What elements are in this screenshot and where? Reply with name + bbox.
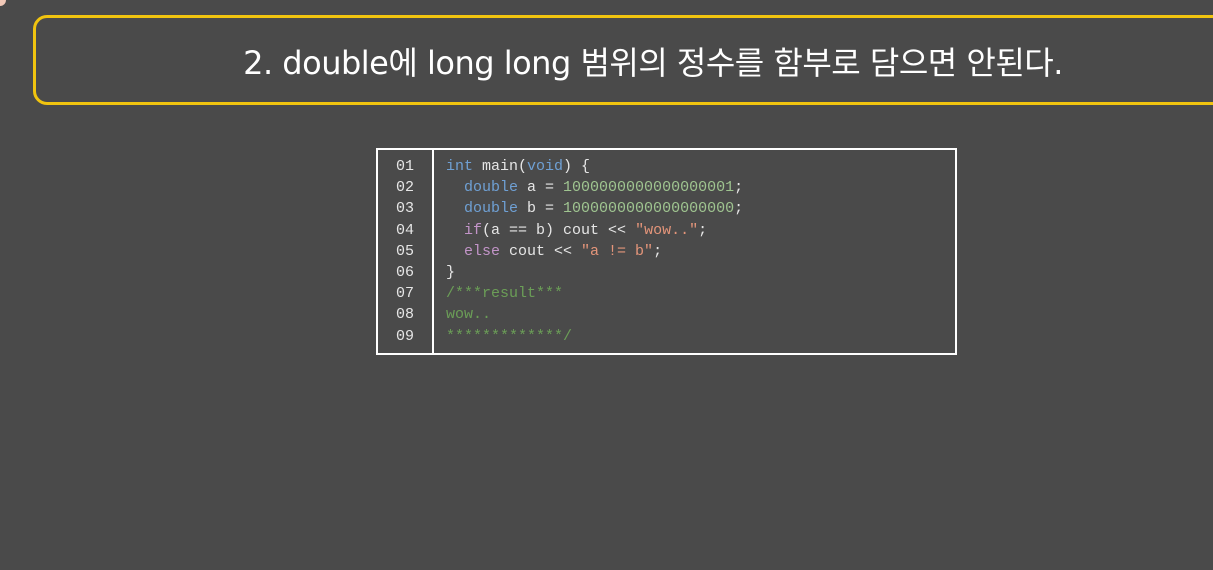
code-line: int main(void) {: [446, 156, 743, 177]
code-keyword: else: [464, 242, 501, 260]
code-text: b =: [518, 200, 564, 218]
line-number: 03: [395, 200, 414, 218]
line-number: 08: [395, 306, 414, 324]
code-block: 01 02 03 04 05 06 07 08 09 int main(void…: [376, 148, 957, 355]
line-number: 07: [395, 285, 414, 303]
code-text: main(: [473, 158, 528, 175]
code-line: double b = 1000000000000000000;: [446, 198, 743, 219]
code-text: a =: [518, 179, 564, 197]
code-text: ;: [653, 242, 663, 260]
code-text: ) {: [563, 158, 591, 175]
code-string: "wow..": [635, 221, 699, 239]
code-line: else cout << "a != b";: [446, 241, 743, 262]
title-banner: 2. double에 long long 범위의 정수를 함부로 담으면 안된다…: [33, 15, 1213, 105]
line-number: 01: [395, 158, 414, 175]
code-text: ;: [698, 221, 708, 239]
code-keyword: void: [527, 158, 564, 175]
code-text: cout <<: [500, 242, 582, 260]
code-string: "a != b": [581, 242, 654, 260]
code-line: if(a == b) cout << "wow..";: [446, 220, 743, 241]
line-number: 04: [395, 221, 414, 239]
code-comment: /***result***: [446, 285, 564, 303]
line-number: 05: [395, 242, 414, 260]
code-text: ;: [734, 179, 744, 197]
line-number: 09: [395, 327, 414, 345]
code-line: double a = 1000000000000000001;: [446, 177, 743, 198]
code-text: ;: [734, 200, 744, 218]
code-number: 1000000000000000001: [563, 179, 735, 197]
corner-dot: [0, 0, 6, 6]
line-number: 06: [395, 263, 414, 281]
code-comment: wow..: [446, 306, 492, 324]
code-lines: int main(void) { double a = 100000000000…: [434, 150, 743, 353]
line-number: 02: [395, 179, 414, 197]
code-text: (a == b) cout <<: [482, 221, 636, 239]
code-keyword: int: [446, 158, 474, 175]
code-comment: *************/: [446, 327, 573, 345]
code-keyword: double: [464, 200, 519, 218]
page-title: 2. double에 long long 범위의 정수를 함부로 담으면 안된다…: [243, 44, 1063, 82]
code-keyword: if: [464, 221, 483, 239]
line-number-gutter: 01 02 03 04 05 06 07 08 09: [378, 150, 434, 353]
code-keyword: double: [464, 179, 519, 197]
code-line: }: [446, 263, 456, 281]
code-number: 1000000000000000000: [563, 200, 735, 218]
